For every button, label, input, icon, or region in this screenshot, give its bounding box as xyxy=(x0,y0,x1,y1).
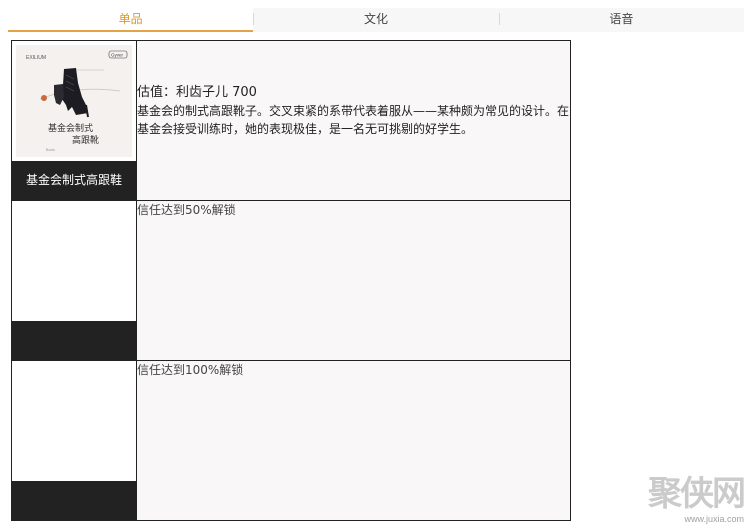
locked-thumbnail-cell xyxy=(11,200,137,361)
tab-voice[interactable]: 语音 xyxy=(498,8,744,32)
item-image: EXILIUM Gyver 基金会制式 高跟靴 Boots xyxy=(16,45,132,157)
tab-items[interactable]: 单品 xyxy=(8,8,254,32)
tab-culture[interactable]: 文化 xyxy=(253,8,498,32)
svg-text:EXILIUM: EXILIUM xyxy=(26,55,46,61)
svg-text:Gyver: Gyver xyxy=(111,53,124,58)
svg-text:基金会制式: 基金会制式 xyxy=(48,122,93,134)
watermark-logo: 聚侠网 xyxy=(648,474,746,514)
locked-item-row: 信任达到50%解锁 xyxy=(11,200,571,361)
locked-item-row: 信任达到100%解锁 xyxy=(11,360,571,521)
locked-item-card[interactable] xyxy=(12,201,136,360)
locked-caption-bar xyxy=(12,321,136,360)
locked-thumbnail-cell xyxy=(11,360,137,521)
watermark-url: www.juxia.com xyxy=(684,514,744,524)
locked-description-cell: 信任达到50%解锁 xyxy=(136,200,571,361)
item-thumbnail-cell: EXILIUM Gyver 基金会制式 高跟靴 Boots 基金会制式高跟鞋 xyxy=(11,40,137,201)
unlock-condition: 信任达到100%解锁 xyxy=(137,363,244,377)
locked-description-cell: 信任达到100%解锁 xyxy=(136,360,571,521)
item-row: EXILIUM Gyver 基金会制式 高跟靴 Boots 基金会制式高跟鞋 估… xyxy=(11,40,571,201)
unlock-condition: 信任达到50%解锁 xyxy=(137,203,236,217)
item-price: 估值：利齿子儿 700 xyxy=(137,85,257,100)
item-description: 基金会的制式高跟靴子。交叉束紧的系带代表着服从——某种颇为常见的设计。在基金会接… xyxy=(137,104,570,136)
item-table: EXILIUM Gyver 基金会制式 高跟靴 Boots 基金会制式高跟鞋 估… xyxy=(11,40,571,521)
item-card[interactable]: EXILIUM Gyver 基金会制式 高跟靴 Boots 基金会制式高跟鞋 xyxy=(12,41,136,200)
locked-item-card[interactable] xyxy=(12,361,136,520)
svg-text:高跟靴: 高跟靴 xyxy=(72,134,99,146)
tab-bar: 单品 文化 语音 xyxy=(8,8,744,32)
item-name-caption: 基金会制式高跟鞋 xyxy=(12,161,136,200)
site-watermark: 聚侠网 www.juxia.com xyxy=(628,466,748,526)
item-description-cell: 估值：利齿子儿 700 基金会的制式高跟靴子。交叉束紧的系带代表着服从——某种颇… xyxy=(136,40,571,201)
locked-caption-bar xyxy=(12,481,136,520)
svg-text:Boots: Boots xyxy=(46,148,55,152)
